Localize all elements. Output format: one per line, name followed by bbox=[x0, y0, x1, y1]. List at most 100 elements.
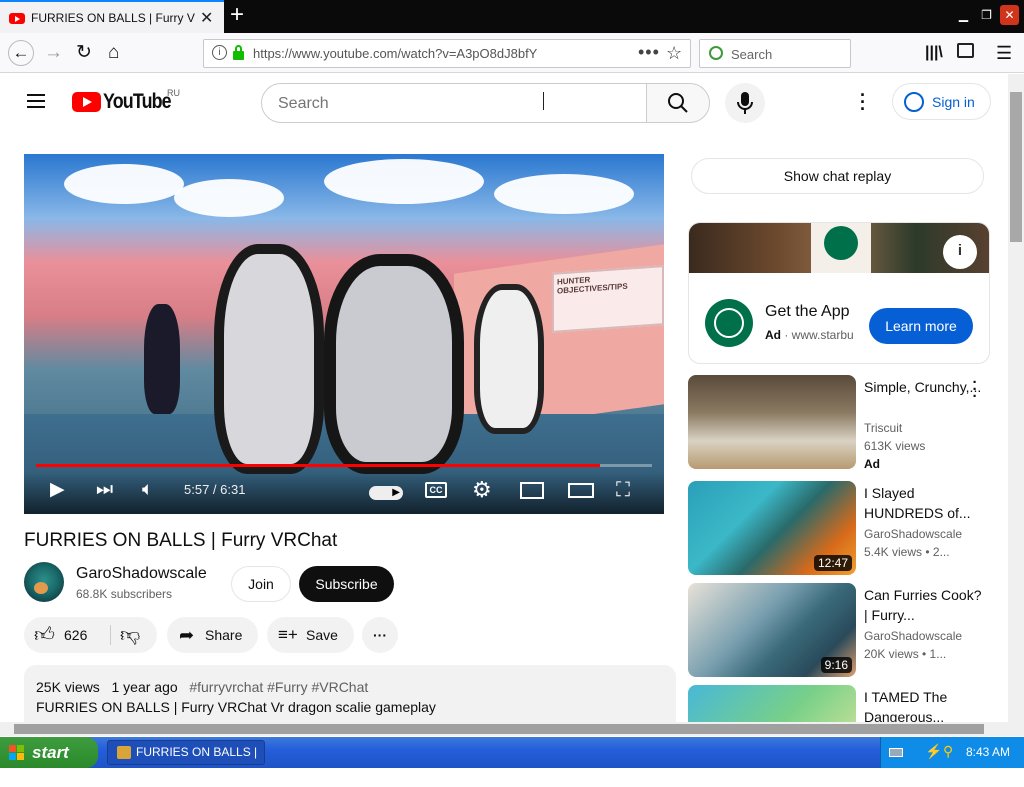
share-button[interactable]: ➦ Share bbox=[167, 617, 258, 653]
close-tab-icon[interactable]: ✕ bbox=[200, 8, 213, 28]
miniplayer-icon[interactable] bbox=[520, 482, 544, 499]
fullscreen-icon[interactable]: ⛶ bbox=[616, 472, 630, 508]
vertical-scroll-thumb[interactable] bbox=[1010, 92, 1022, 242]
upload-age: 1 year ago bbox=[111, 679, 178, 695]
start-button[interactable]: start bbox=[0, 737, 98, 768]
ad-domain: www.starbu bbox=[791, 328, 854, 342]
video-character bbox=[144, 304, 180, 414]
autoplay-toggle[interactable]: ▶ bbox=[369, 486, 403, 500]
sidebar-toggle-icon[interactable] bbox=[957, 43, 974, 58]
browser-search-field[interactable]: Search bbox=[699, 39, 851, 68]
region-code: RU bbox=[167, 88, 180, 98]
recommendation-title[interactable]: Simple, Crunchy,... bbox=[864, 377, 982, 397]
channel-name[interactable]: GaroShadowscale bbox=[76, 565, 207, 583]
clock: 8:43 AM bbox=[965, 745, 1010, 759]
browser-tab[interactable]: FURRIES ON BALLS | Furry VRChat ✕ bbox=[0, 0, 224, 33]
hashtags[interactable]: #furryvrchat #Furry #VRChat bbox=[189, 679, 368, 695]
tab-title: FURRIES ON BALLS | Furry VRChat bbox=[31, 11, 195, 25]
theater-mode-icon[interactable] bbox=[568, 483, 594, 498]
like-icon[interactable]: 👍︎ bbox=[34, 617, 55, 653]
video-character bbox=[214, 244, 324, 474]
description-meta: 25K views 1 year ago #furryvrchat #Furry… bbox=[36, 679, 368, 695]
guide-menu-icon[interactable] bbox=[27, 94, 45, 108]
description-box[interactable]: 25K views 1 year ago #furryvrchat #Furry… bbox=[24, 665, 676, 722]
recommendation-title[interactable]: Can Furries Cook? | Furry... bbox=[864, 585, 982, 625]
new-tab-button[interactable]: + bbox=[230, 2, 244, 28]
learn-more-button[interactable]: Learn more bbox=[869, 308, 973, 344]
video-time: 5:57 / 6:31 bbox=[184, 482, 246, 497]
taskbar-window-button[interactable]: FURRIES ON BALLS | ... bbox=[107, 740, 265, 782]
recommendation-item[interactable]: Simple, Crunchy,... Triscuit 613K views … bbox=[688, 375, 998, 471]
sign-in-button[interactable]: Sign in bbox=[892, 83, 991, 120]
recommendation-thumbnail[interactable] bbox=[688, 375, 856, 469]
home-button[interactable]: ⌂ bbox=[108, 41, 119, 65]
page-actions-icon[interactable]: ••• bbox=[638, 42, 660, 63]
horizontal-scrollbar[interactable] bbox=[0, 722, 1024, 736]
video-player[interactable]: HUNTER OBJECTIVES/TIPS ▶ ⏭ 🔈︎ 5:57 / 6:3… bbox=[24, 154, 664, 514]
account-icon bbox=[904, 92, 924, 112]
ad-subline: Ad · www.starbu bbox=[765, 328, 854, 342]
recommendation-menu-icon[interactable]: · · · bbox=[969, 375, 981, 404]
reload-button[interactable]: ↻ bbox=[76, 41, 92, 65]
url-text[interactable]: https://www.youtube.com/watch?v=A3pO8dJ8… bbox=[253, 46, 537, 61]
sign-text: HUNTER OBJECTIVES/TIPS bbox=[557, 275, 628, 296]
search-input[interactable]: Search bbox=[261, 83, 647, 123]
page-viewport: YouTube RU Search · · · Sign in HUNTER OBJ… bbox=[0, 74, 1008, 722]
more-actions-button[interactable]: ··· bbox=[362, 617, 398, 653]
like-count[interactable]: 626 bbox=[64, 617, 87, 653]
video-duration: 9:16 bbox=[820, 657, 852, 673]
recommendation-item[interactable]: 12:47 I Slayed HUNDREDS of... GaroShadow… bbox=[688, 481, 998, 575]
network-icon[interactable]: ⚡ bbox=[925, 743, 942, 760]
save-playlist-icon: ≡+ bbox=[278, 625, 298, 644]
video-progress-bar[interactable] bbox=[36, 464, 652, 467]
player-controls: ▶ ⏭ 🔈︎ 5:57 / 6:31 ▶ CC ⚙ ⛶ bbox=[24, 472, 664, 514]
recommendation-title[interactable]: I Slayed HUNDREDS of... bbox=[864, 483, 982, 523]
search-engine-icon bbox=[709, 46, 723, 60]
subscriber-count: 68.8K subscribers bbox=[76, 587, 173, 601]
bookmark-star-icon[interactable]: ☆ bbox=[666, 43, 682, 64]
save-button[interactable]: ≡+ Save bbox=[267, 617, 354, 653]
keyboard-icon[interactable] bbox=[889, 748, 903, 757]
search-button[interactable] bbox=[646, 83, 710, 123]
recommendation-thumbnail[interactable]: 9:16 bbox=[688, 583, 856, 677]
address-bar[interactable]: i https://www.youtube.com/watch?v=A3pO8d… bbox=[203, 39, 691, 68]
recommendation-thumbnail[interactable]: 12:47 bbox=[688, 481, 856, 575]
search-placeholder: Search bbox=[278, 95, 329, 112]
recommendation-channel: GaroShadowscale bbox=[864, 527, 963, 541]
windows-flag-icon bbox=[9, 745, 24, 760]
next-icon[interactable]: ⏭ bbox=[96, 472, 113, 508]
voice-search-button[interactable] bbox=[725, 83, 765, 123]
minimize-window-button[interactable]: ▁ bbox=[954, 5, 973, 25]
site-info-icon[interactable]: i bbox=[212, 45, 227, 60]
forward-button[interactable]: → bbox=[44, 41, 63, 65]
recommendation-thumbnail[interactable] bbox=[688, 685, 856, 722]
recommendation-item[interactable]: I TAMED The Dangerous... bbox=[688, 685, 998, 722]
menu-icon[interactable]: ☰ bbox=[996, 41, 1012, 65]
recommendation-title[interactable]: I TAMED The Dangerous... bbox=[864, 687, 982, 722]
vertical-scrollbar[interactable] bbox=[1008, 74, 1024, 722]
play-icon[interactable]: ▶ bbox=[50, 472, 65, 508]
horizontal-scroll-thumb[interactable] bbox=[14, 724, 984, 734]
subscribe-button[interactable]: Subscribe bbox=[299, 566, 394, 602]
close-window-button[interactable]: ✕ bbox=[1000, 5, 1019, 25]
join-button[interactable]: Join bbox=[231, 566, 291, 602]
volume-icon[interactable]: 🔈︎ bbox=[142, 472, 153, 508]
video-frame-sign: HUNTER OBJECTIVES/TIPS bbox=[552, 265, 664, 333]
share-icon: ➦ bbox=[179, 625, 195, 645]
dislike-icon[interactable]: 👎︎ bbox=[120, 617, 140, 653]
restore-window-button[interactable]: ❐ bbox=[977, 5, 996, 25]
ad-card[interactable]: i Get the App Ad · www.starbu Learn more bbox=[688, 222, 990, 364]
channel-avatar[interactable] bbox=[24, 562, 64, 602]
captions-icon[interactable]: CC bbox=[425, 482, 447, 498]
ad-title[interactable]: Get the App bbox=[765, 303, 850, 321]
settings-more-icon[interactable]: · · · bbox=[854, 86, 872, 118]
settings-gear-icon[interactable]: ⚙ bbox=[472, 472, 492, 508]
search-tray-icon[interactable]: ⚲ bbox=[943, 743, 953, 760]
ad-info-icon[interactable]: i bbox=[943, 235, 977, 269]
show-chat-replay-button[interactable]: Show chat replay bbox=[691, 158, 984, 194]
library-icon[interactable]: |||\ bbox=[925, 41, 943, 65]
back-button[interactable]: ← bbox=[8, 40, 34, 66]
recommendation-views: 5.4K views • 2... bbox=[864, 545, 950, 559]
video-character bbox=[474, 284, 544, 434]
recommendation-item[interactable]: 9:16 Can Furries Cook? | Furry... GaroSh… bbox=[688, 583, 998, 677]
